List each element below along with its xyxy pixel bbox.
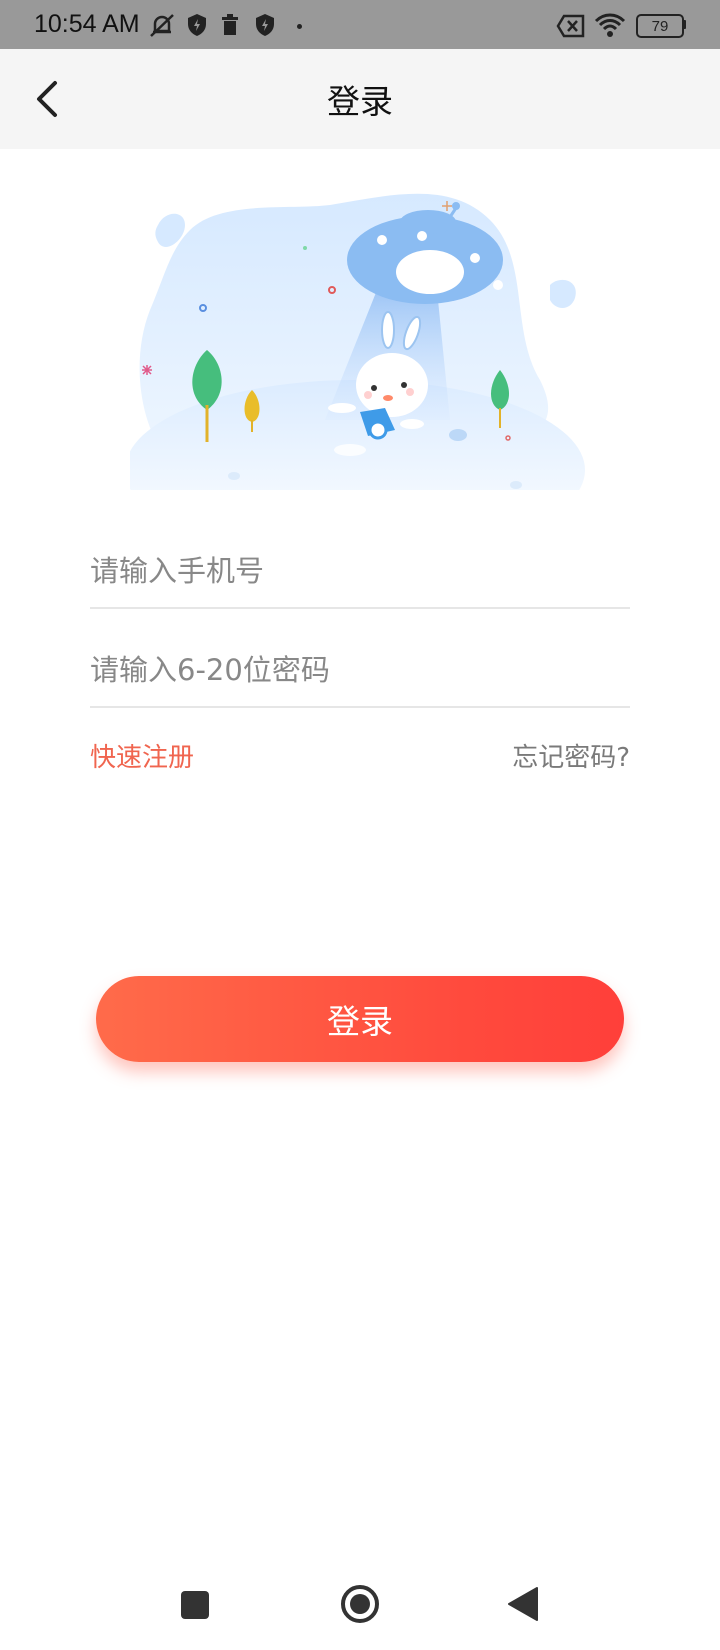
back-triangle-icon [508, 1587, 538, 1621]
login-button[interactable]: 登录 [96, 976, 624, 1062]
login-illustration [130, 193, 585, 490]
home-button[interactable] [340, 1584, 380, 1624]
phone-field [90, 537, 630, 609]
system-nav-bar [0, 1560, 720, 1650]
battery-tip [683, 20, 686, 29]
app-header: 登录 [0, 49, 720, 149]
status-time: 10:54 AM [34, 10, 140, 38]
quick-register-link[interactable]: 快速注册 [90, 737, 194, 774]
notifications-off-icon [150, 14, 174, 37]
no-sim-icon [556, 14, 585, 38]
status-bar: 10:54 AM 79 [0, 0, 720, 49]
page-title: 登录 [327, 82, 393, 121]
password-input[interactable] [90, 646, 630, 694]
phone-input[interactable] [90, 547, 630, 595]
recents-square-icon [181, 1591, 209, 1619]
password-field [90, 636, 630, 708]
wifi-icon [594, 13, 626, 37]
shield-bolt-icon [256, 14, 274, 36]
recents-button[interactable] [180, 1590, 210, 1620]
login-button-label: 登录 [327, 1002, 393, 1041]
home-circle-icon [341, 1585, 379, 1623]
back-nav-button[interactable] [507, 1586, 539, 1622]
forgot-password-link[interactable]: 忘记密码? [512, 737, 630, 774]
battery-icon: 79 [636, 14, 684, 38]
shield-icon [188, 14, 206, 36]
trash-icon [222, 14, 238, 35]
dot-icon [297, 24, 302, 29]
battery-level: 79 [651, 17, 669, 35]
